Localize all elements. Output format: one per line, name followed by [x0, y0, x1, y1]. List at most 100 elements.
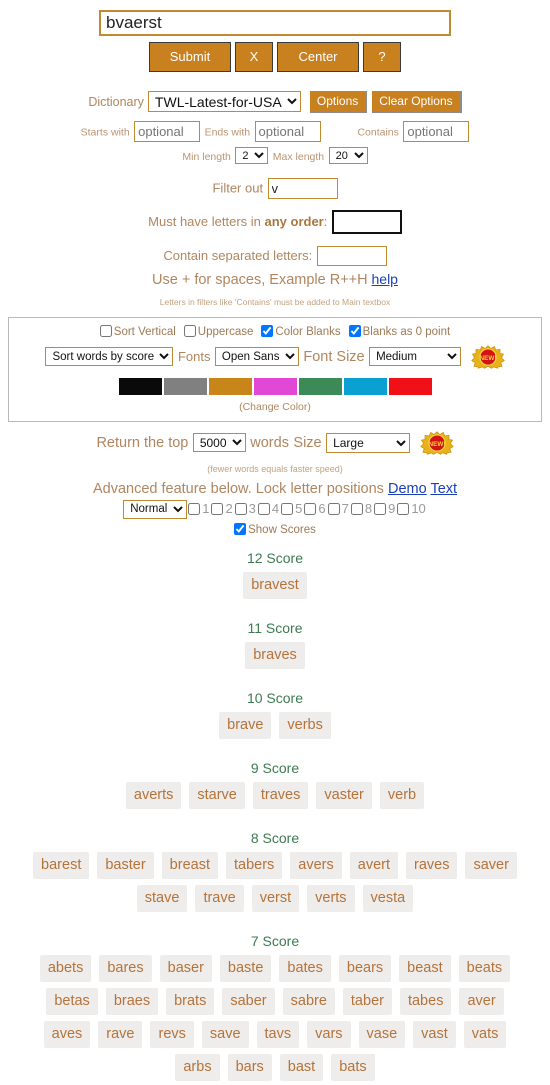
word-tile[interactable]: traves [252, 781, 309, 809]
word-tile[interactable]: beats [458, 954, 511, 982]
color-blanks-checkbox[interactable] [261, 324, 274, 337]
lock-position-9-checkbox[interactable] [374, 502, 387, 515]
center-button[interactable]: Center [277, 42, 359, 72]
word-tile[interactable]: betas [46, 987, 98, 1015]
dictionary-select[interactable]: TWL-Latest-for-USA [147, 91, 301, 113]
font-size-select[interactable]: Medium [369, 347, 462, 367]
word-tile[interactable]: stave [136, 884, 188, 912]
word-tile[interactable]: save [201, 1020, 249, 1048]
word-tile[interactable]: avert [349, 851, 399, 879]
blanks-zero-checkbox-wrap[interactable]: Blanks as 0 point [348, 324, 450, 338]
lock-position-1-wrap[interactable]: 1 [188, 501, 209, 516]
word-tile[interactable]: aver [459, 987, 504, 1015]
return-top-count-select[interactable]: 5000 [192, 433, 246, 453]
word-tile[interactable]: verbs [279, 711, 331, 739]
word-tile[interactable]: raves [406, 851, 458, 879]
text-link[interactable]: Text [430, 481, 457, 497]
filter-out-input[interactable] [267, 177, 338, 199]
word-tile[interactable]: braes [105, 987, 159, 1015]
word-tile[interactable]: bears [338, 954, 392, 982]
word-tile[interactable]: trave [195, 884, 244, 912]
word-tile[interactable]: brats [166, 987, 215, 1015]
word-tile[interactable]: vats [463, 1020, 507, 1048]
word-tile[interactable]: tabes [399, 987, 452, 1015]
color-blanks-checkbox-wrap[interactable]: Color Blanks [261, 324, 341, 338]
lock-position-10-wrap[interactable]: 10 [397, 501, 426, 516]
lock-position-9-wrap[interactable]: 9 [374, 501, 395, 516]
options-button[interactable]: Options [309, 90, 368, 113]
lock-position-7-wrap[interactable]: 7 [327, 501, 349, 516]
word-tile[interactable]: bares [99, 954, 152, 982]
lock-position-5-wrap[interactable]: 5 [281, 501, 302, 516]
word-tile[interactable]: rave [98, 1020, 143, 1048]
word-tile[interactable]: breast [161, 851, 218, 879]
word-tile[interactable]: bast [279, 1053, 324, 1081]
lock-position-10-checkbox[interactable] [397, 502, 410, 515]
color-swatch-gray[interactable] [163, 378, 207, 396]
lock-position-6-wrap[interactable]: 6 [304, 501, 326, 516]
blanks-as-zero-checkbox[interactable] [348, 324, 361, 337]
word-tile[interactable]: beast [399, 954, 451, 982]
ends-with-input[interactable] [254, 120, 321, 142]
word-tile[interactable]: averts [125, 781, 182, 809]
any-order-input[interactable] [331, 209, 402, 234]
word-tile[interactable]: verb [379, 781, 425, 809]
lock-position-3-wrap[interactable]: 3 [234, 501, 256, 516]
word-tile[interactable]: vase [358, 1020, 406, 1048]
show-scores-checkbox[interactable] [234, 522, 247, 535]
uppercase-checkbox-wrap[interactable]: Uppercase [183, 324, 253, 338]
word-tile[interactable]: vaster [316, 781, 372, 809]
word-tile[interactable]: braves [245, 641, 305, 669]
color-swatch-cyan[interactable] [343, 378, 387, 396]
word-tile[interactable]: saber [222, 987, 275, 1015]
word-tile[interactable]: saver [465, 851, 517, 879]
help-button[interactable]: ? [363, 42, 401, 72]
min-length-select[interactable]: 2 [235, 147, 269, 165]
word-tile[interactable]: tabers [225, 851, 283, 879]
word-tile[interactable]: revs [150, 1020, 194, 1048]
word-tile[interactable]: arbs [175, 1053, 220, 1081]
lock-position-4-wrap[interactable]: 4 [257, 501, 279, 516]
demo-link[interactable]: Demo [388, 481, 427, 497]
word-tile[interactable]: brave [219, 711, 272, 739]
color-swatch-magenta[interactable] [253, 378, 297, 396]
lock-position-5-checkbox[interactable] [281, 502, 294, 515]
word-tile[interactable]: verts [307, 884, 355, 912]
word-tile[interactable]: vars [307, 1020, 351, 1048]
size-select[interactable]: Large [326, 432, 411, 453]
word-tile[interactable]: verst [251, 884, 300, 912]
word-tile[interactable]: baster [97, 851, 154, 879]
lock-position-6-checkbox[interactable] [304, 502, 317, 515]
word-tile[interactable]: bates [279, 954, 331, 982]
word-tile[interactable]: bravest [243, 571, 307, 599]
lock-position-2-wrap[interactable]: 2 [211, 501, 233, 516]
word-tile[interactable]: abets [39, 954, 92, 982]
show-scores-wrap[interactable]: Show Scores [234, 522, 316, 536]
word-tile[interactable]: aves [43, 1020, 91, 1048]
sort-words-select[interactable]: Sort words by score [45, 347, 174, 367]
color-swatch-black[interactable] [118, 378, 162, 396]
search-input[interactable] [99, 10, 451, 36]
word-tile[interactable]: vesta [362, 884, 414, 912]
help-link[interactable]: help [372, 271, 398, 287]
lock-position-2-checkbox[interactable] [211, 502, 224, 515]
sort-vertical-checkbox-wrap[interactable]: Sort Vertical [99, 324, 176, 338]
word-tile[interactable]: bars [227, 1053, 272, 1081]
lock-mode-select[interactable]: Normal [123, 499, 188, 519]
color-swatch-red[interactable] [388, 378, 432, 396]
lock-position-7-checkbox[interactable] [327, 502, 340, 515]
word-tile[interactable]: bats [331, 1053, 375, 1081]
uppercase-checkbox[interactable] [183, 324, 196, 337]
contains-input[interactable] [403, 120, 470, 142]
separated-letters-input[interactable] [316, 245, 387, 266]
lock-position-4-checkbox[interactable] [257, 502, 270, 515]
color-swatch-goldenrod[interactable] [208, 378, 252, 396]
max-length-select[interactable]: 20 [328, 147, 368, 165]
lock-position-8-wrap[interactable]: 8 [350, 501, 372, 516]
word-tile[interactable]: baste [219, 954, 272, 982]
word-tile[interactable]: avers [290, 851, 342, 879]
clear-options-button[interactable]: Clear Options [372, 90, 462, 113]
lock-position-1-checkbox[interactable] [188, 502, 201, 515]
starts-with-input[interactable] [134, 120, 201, 142]
lock-position-8-checkbox[interactable] [350, 502, 363, 515]
